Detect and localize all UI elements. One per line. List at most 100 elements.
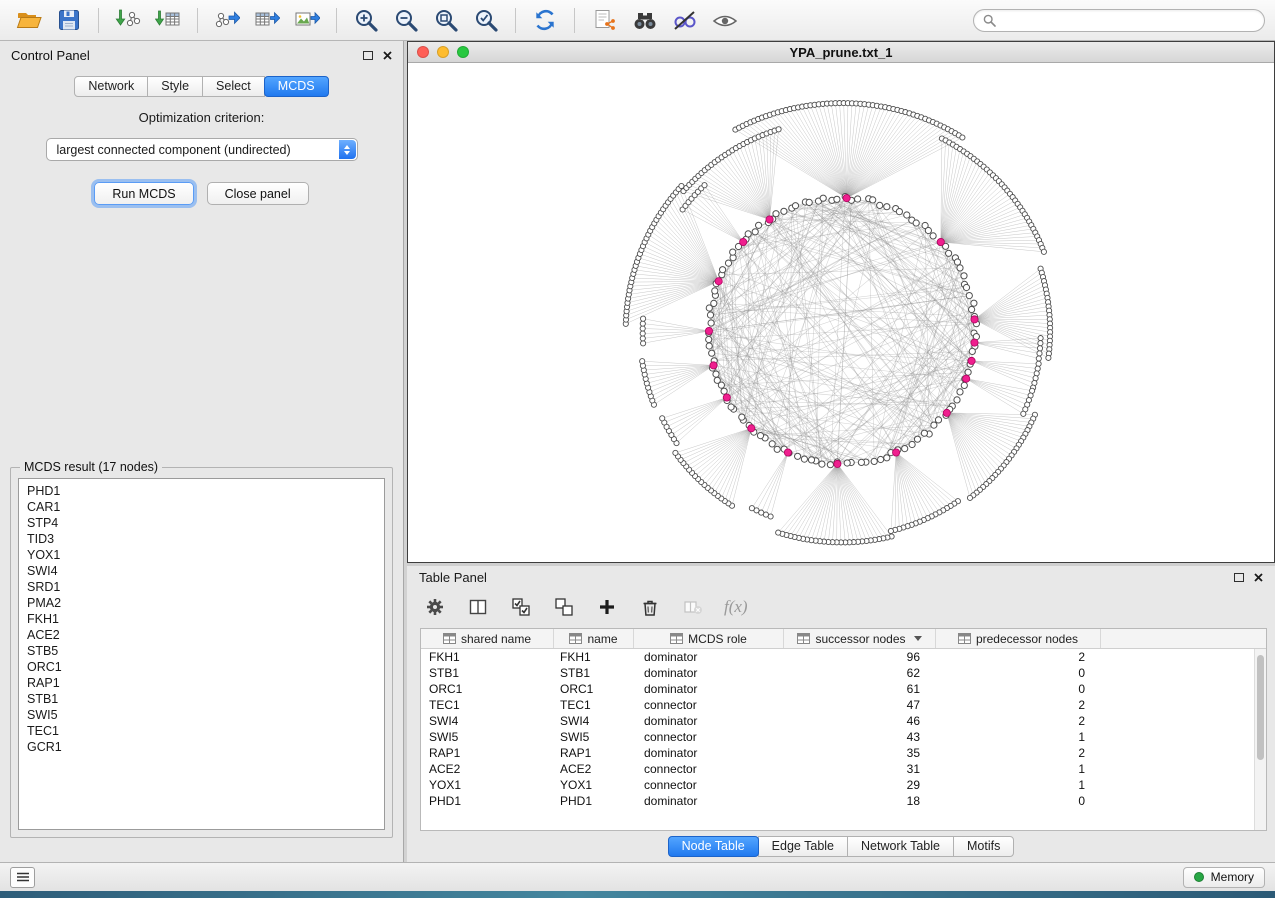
network-node[interactable] [909, 441, 915, 447]
leaf-node[interactable] [1037, 351, 1042, 356]
network-node[interactable] [961, 273, 967, 279]
network-node[interactable] [795, 453, 801, 459]
global-search-field[interactable] [973, 9, 1265, 32]
table-row[interactable]: TEC1TEC1connector472 [421, 697, 1254, 713]
leaf-node[interactable] [640, 359, 645, 364]
mcds-result-item[interactable]: FKH1 [19, 611, 384, 627]
leaf-node[interactable] [640, 326, 645, 331]
mcds-hub-node-RAP1[interactable] [971, 316, 978, 323]
network-node[interactable] [756, 222, 762, 228]
close-table-panel-icon[interactable] [1254, 573, 1263, 582]
network-window-titlebar[interactable]: YPA_prune.txt_1 [408, 42, 1274, 63]
leaf-node[interactable] [1038, 336, 1043, 341]
network-node[interactable] [774, 446, 780, 452]
table-scrollbar[interactable] [1254, 649, 1266, 830]
network-node[interactable] [884, 204, 890, 210]
mcds-hub-node-TID3[interactable] [963, 375, 970, 382]
network-node[interactable] [935, 417, 941, 423]
network-node[interactable] [757, 433, 763, 439]
leaf-node[interactable] [679, 183, 684, 188]
leaf-node[interactable] [1046, 355, 1051, 360]
leaf-node[interactable] [640, 321, 645, 326]
network-node[interactable] [773, 211, 779, 217]
network-node[interactable] [878, 456, 884, 462]
network-node[interactable] [902, 446, 908, 452]
network-node[interactable] [820, 195, 826, 201]
mcds-result-item[interactable]: TEC1 [19, 723, 384, 739]
leaf-node[interactable] [749, 506, 754, 511]
column-header-successor-nodes[interactable]: successor nodes [784, 629, 936, 648]
network-node[interactable] [969, 348, 975, 354]
network-node[interactable] [706, 336, 712, 342]
save-button[interactable] [50, 4, 88, 36]
open-file-button[interactable] [10, 4, 48, 36]
network-node[interactable] [925, 227, 931, 233]
close-panel-button[interactable]: Close panel [207, 182, 309, 205]
table-row[interactable]: SWI4SWI4dominator462 [421, 713, 1254, 729]
network-node[interactable] [954, 259, 960, 265]
column-header-name[interactable]: name [554, 629, 634, 648]
network-node[interactable] [966, 293, 972, 299]
zoom-fit-button[interactable] [427, 4, 465, 36]
zoom-in-button[interactable] [347, 4, 385, 36]
network-node[interactable] [827, 462, 833, 468]
table-row[interactable]: SWI5SWI5connector431 [421, 729, 1254, 745]
network-node[interactable] [708, 320, 714, 326]
network-node[interactable] [870, 197, 876, 203]
mcds-hub-node-TEC1[interactable] [834, 460, 841, 467]
network-node[interactable] [844, 460, 850, 466]
mcds-hub-node-SWI5[interactable] [943, 409, 950, 416]
run-mcds-button[interactable]: Run MCDS [94, 182, 193, 205]
mcds-result-item[interactable]: RAP1 [19, 675, 384, 691]
panel-menu-button[interactable] [10, 867, 35, 888]
column-header-shared-name[interactable]: shared name [421, 629, 554, 648]
network-node[interactable] [707, 312, 713, 318]
mcds-result-item[interactable]: SWI5 [19, 707, 384, 723]
network-node[interactable] [712, 288, 718, 294]
column-header-mcds-role[interactable]: MCDS role [634, 629, 784, 648]
network-node[interactable] [904, 212, 910, 218]
mcds-hub-node-STB1[interactable] [937, 238, 944, 245]
mcds-hub-node-ORC1[interactable] [715, 278, 722, 285]
mcds-result-item[interactable]: STB5 [19, 643, 384, 659]
close-window-icon[interactable] [417, 46, 429, 58]
show-columns-button[interactable] [466, 595, 490, 619]
mcds-result-item[interactable]: SRD1 [19, 579, 384, 595]
share-document-button[interactable] [585, 4, 623, 36]
node-table-body[interactable]: FKH1FKH1dominator962STB1STB1dominator620… [421, 649, 1254, 830]
tab-motifs[interactable]: Motifs [953, 836, 1014, 857]
mcds-hub-node-PMA2[interactable] [968, 357, 975, 364]
mcds-result-item[interactable]: STP4 [19, 515, 384, 531]
network-node[interactable] [858, 459, 864, 465]
leaf-node[interactable] [1034, 371, 1039, 376]
table-row[interactable]: PHD1PHD1dominator180 [421, 793, 1254, 809]
network-node[interactable] [806, 199, 812, 205]
leaf-node[interactable] [1021, 411, 1026, 416]
tab-network-table[interactable]: Network Table [847, 836, 954, 857]
network-node[interactable] [896, 209, 902, 215]
network-node[interactable] [714, 377, 720, 383]
leaf-node[interactable] [640, 336, 645, 341]
network-node[interactable] [855, 196, 861, 202]
network-node[interactable] [913, 220, 919, 226]
leaf-node[interactable] [1038, 341, 1043, 346]
mcds-hub-node-STB5[interactable] [971, 339, 978, 346]
network-node[interactable] [957, 389, 963, 395]
network-node[interactable] [834, 196, 840, 202]
network-node[interactable] [769, 441, 775, 447]
table-settings-button[interactable] [423, 595, 447, 619]
network-node[interactable] [781, 208, 787, 214]
leaf-node[interactable] [641, 341, 646, 346]
sort-descending-icon[interactable] [914, 636, 922, 641]
table-row[interactable]: ORC1ORC1dominator610 [421, 681, 1254, 697]
mcds-result-item[interactable]: PMA2 [19, 595, 384, 611]
network-node[interactable] [792, 203, 798, 209]
mcds-hub-node-FKH1[interactable] [843, 195, 850, 202]
network-node[interactable] [921, 430, 927, 436]
leaf-node[interactable] [960, 135, 965, 140]
hide-annotations-button[interactable] [665, 4, 703, 36]
refresh-button[interactable] [526, 4, 564, 36]
table-row[interactable]: FKH1FKH1dominator962 [421, 649, 1254, 665]
memory-button[interactable]: Memory [1183, 867, 1265, 888]
mcds-result-item[interactable]: STB1 [19, 691, 384, 707]
